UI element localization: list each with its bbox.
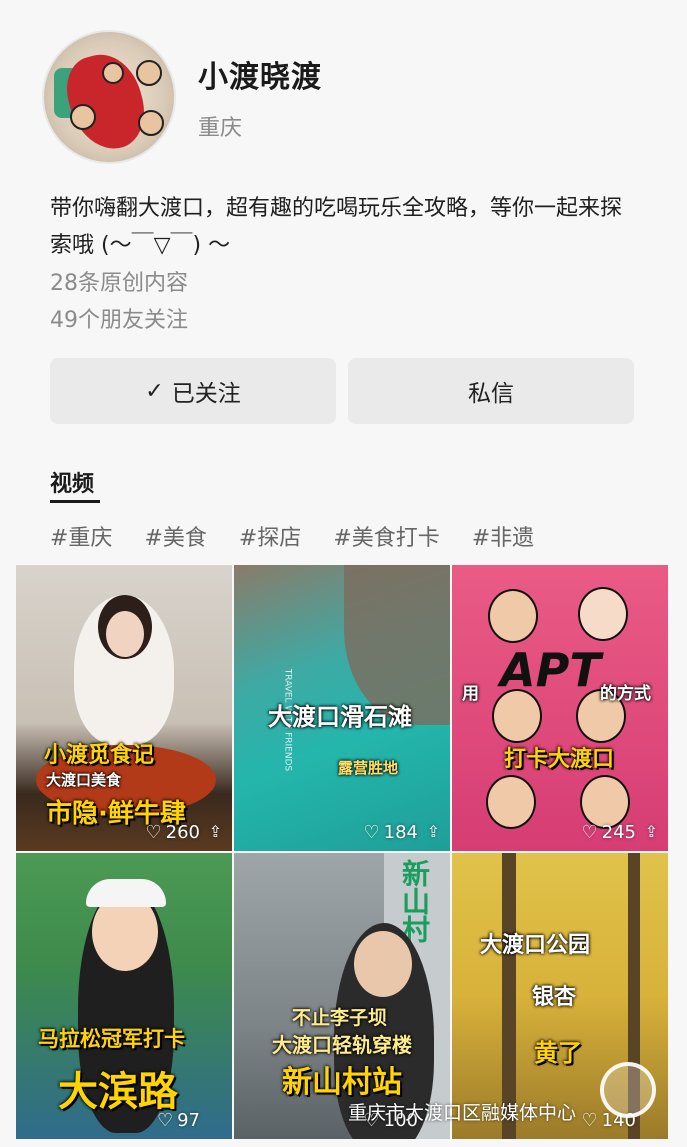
like-count: ♡ 97 (156, 1110, 200, 1131)
heart-icon: ♡ (363, 822, 380, 843)
like-count: ♡ 184 (363, 822, 419, 843)
video-caption: APT (500, 643, 601, 697)
video-caption: 大渡口公园 (480, 933, 591, 958)
video-thumbnail[interactable]: 新山村 不止李子坝 大渡口轻轨穿楼 新山村站 ♡ 100 (234, 853, 450, 1139)
video-caption: 新山村站 (282, 1065, 402, 1100)
message-button[interactable]: 私信 (348, 358, 634, 424)
following-button[interactable]: ✓ 已关注 (50, 358, 336, 424)
tab-indicator (50, 500, 100, 503)
video-caption: 黄了 (534, 1039, 582, 1067)
like-count: ♡ 245 (581, 822, 637, 843)
avatar-art-face (138, 110, 164, 136)
video-caption: 打卡大渡口 (504, 747, 615, 772)
nickname: 小渡晓渡 (198, 60, 322, 95)
tag-item[interactable]: #探店 (239, 520, 301, 552)
friends-following: 49个朋友关注 (50, 308, 188, 333)
video-caption: 大渡口美食 (46, 771, 122, 789)
video-caption: 马拉松冠军打卡 (38, 1027, 185, 1051)
following-label: 已关注 (171, 381, 241, 407)
share-icon: ⇪ (208, 822, 222, 841)
thumbnail-face (580, 775, 630, 829)
thumbnail-cap (86, 879, 166, 907)
video-thumbnail[interactable]: 用 APT 的方式 打卡大渡口 ♡ 245 ⇪ (452, 565, 668, 851)
video-caption: 大渡口滑石滩 (268, 703, 412, 731)
video-grid: 小渡觅食记 大渡口美食 市隐·鲜牛肆 ♡ 260 ⇪ TRAVEL WITH F… (16, 565, 668, 1147)
profile-header: 小渡晓渡 重庆 (42, 30, 322, 164)
avatar-art-face (102, 62, 124, 84)
thumbnail-face (578, 587, 628, 641)
tab-videos[interactable]: 视频 (50, 466, 94, 498)
tag-item[interactable]: #美食 (144, 520, 206, 552)
avatar-art-face (70, 104, 96, 130)
thumbnail-face (488, 589, 538, 643)
video-thumbnail[interactable]: 小渡觅食记 大渡口美食 市隐·鲜牛肆 ♡ 260 ⇪ (16, 565, 232, 851)
like-count: ♡ 260 (145, 822, 201, 843)
tag-item[interactable]: #非遗 (472, 520, 534, 552)
video-thumbnail[interactable]: 马拉松冠军打卡 大滨路 ♡ 97 (16, 853, 232, 1139)
thumbnail-face (486, 775, 536, 829)
video-caption: 小渡觅食记 (44, 743, 155, 768)
heart-icon: ♡ (156, 1110, 174, 1131)
thumbnail-face (492, 689, 542, 743)
video-caption: 的方式 (600, 684, 651, 704)
location: 重庆 (198, 116, 243, 141)
message-label: 私信 (468, 381, 514, 407)
heart-icon: ♡ (145, 822, 162, 843)
video-caption: 大渡口轻轨穿楼 (272, 1033, 412, 1057)
avatar-art-face (136, 60, 162, 86)
thumbnail-tree (502, 853, 516, 1139)
thumbnail-face (354, 931, 412, 997)
video-caption: 不止李子坝 (292, 1007, 388, 1029)
original-count: 28条原创内容 (50, 271, 188, 296)
avatar[interactable] (42, 30, 176, 164)
video-caption: 露营胜地 (338, 759, 399, 777)
share-icon: ⇪ (644, 822, 658, 841)
name-block: 小渡晓渡 重庆 (198, 52, 322, 142)
heart-icon: ♡ (581, 822, 598, 843)
tag-item[interactable]: #美食打卡 (333, 520, 439, 552)
video-caption: 银杏 (532, 985, 577, 1010)
bio: 带你嗨翻大渡口，超有趣的吃喝玩乐全攻略，等你一起来探索哦 (～￣▽￣) ～ (50, 196, 623, 258)
heart-icon: ♡ (581, 1110, 598, 1131)
tag-item[interactable]: #重庆 (50, 520, 112, 552)
video-caption: 大滨路 (58, 1069, 178, 1115)
watermark: 重庆市大渡口区融媒体中心 (348, 1102, 577, 1124)
watermark-logo-icon (600, 1062, 656, 1118)
check-icon: ✓ (145, 378, 164, 404)
video-thumbnail[interactable]: TRAVEL WITH FRIENDS 大渡口滑石滩 露营胜地 ♡ 184 ⇪ (234, 565, 450, 851)
share-icon: ⇪ (426, 822, 440, 841)
tag-list: #重庆 #美食 #探店 #美食打卡 #非遗 (50, 520, 566, 552)
thumbnail-face (106, 611, 144, 657)
video-caption: 用 (462, 684, 479, 704)
